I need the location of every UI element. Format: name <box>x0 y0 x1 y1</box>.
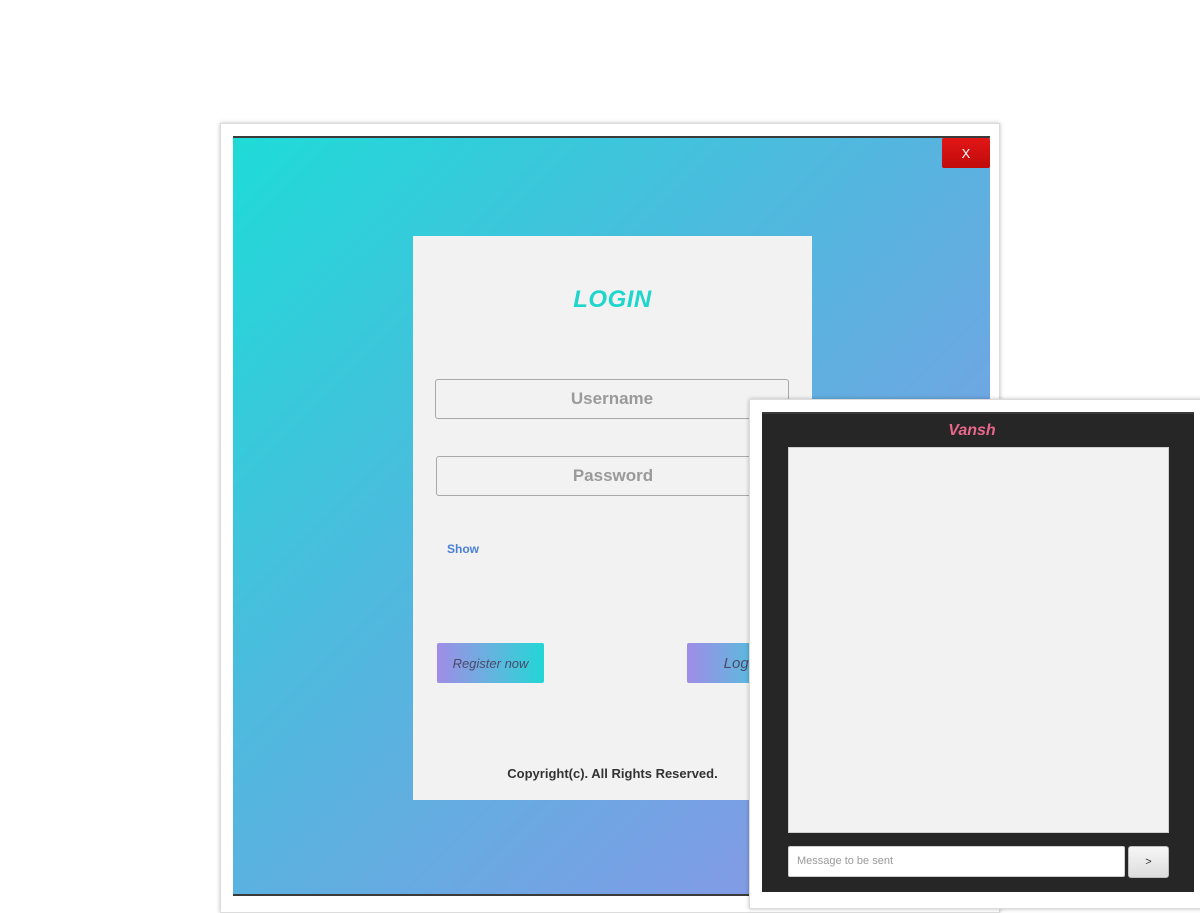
chat-message-area[interactable] <box>788 447 1169 833</box>
chat-window: Vansh Message to be sent > <box>749 399 1200 909</box>
show-password-link[interactable]: Show <box>447 542 479 556</box>
send-button[interactable]: > <box>1128 846 1169 878</box>
register-button[interactable]: Register now <box>437 643 544 683</box>
close-button[interactable]: X <box>942 138 990 168</box>
password-field[interactable]: Password <box>436 456 790 496</box>
message-input[interactable]: Message to be sent <box>788 846 1125 877</box>
chat-panel: Vansh Message to be sent > <box>762 412 1194 892</box>
username-field[interactable]: Username <box>435 379 789 419</box>
chat-title: Vansh <box>948 422 996 439</box>
login-title: LOGIN <box>573 286 652 313</box>
